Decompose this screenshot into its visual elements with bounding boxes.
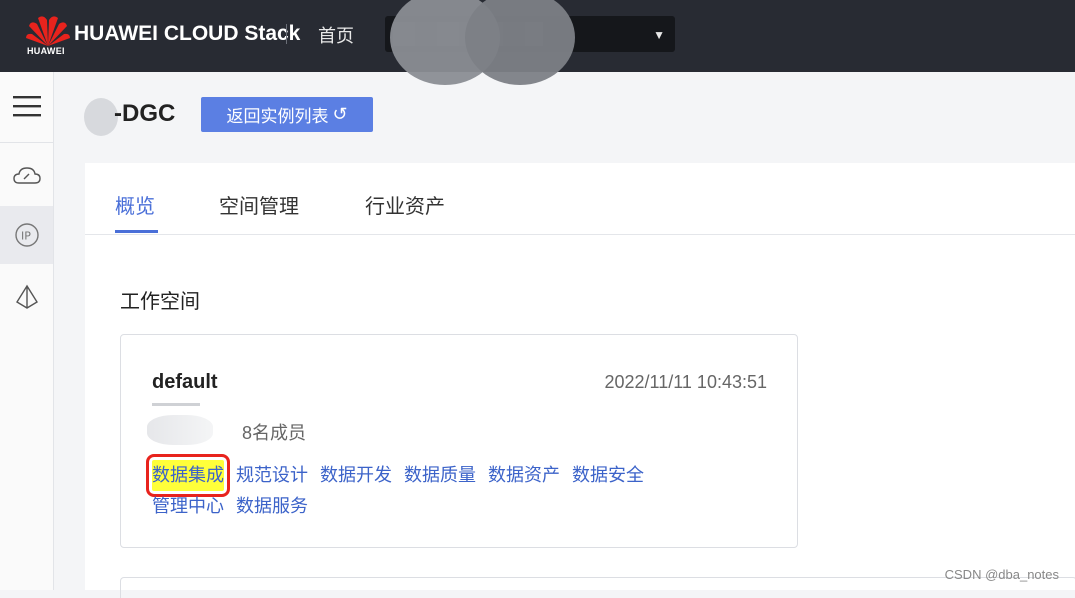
home-link[interactable]: 首页 [318, 22, 354, 48]
tab-industry-assets[interactable]: 行业资产 [365, 190, 445, 219]
next-workspace-card[interactable] [120, 577, 1075, 598]
avatar-redaction-blur [147, 415, 213, 445]
watermark: CSDN @dba_notes [944, 567, 1059, 582]
main-content: 概览 空间管理 行业资产 工作空间 default 2022/11/11 10:… [85, 163, 1075, 598]
header-divider [286, 24, 287, 44]
workspace-name: default [152, 371, 218, 393]
sidebar-divider [0, 142, 53, 143]
hamburger-menu-icon [12, 96, 41, 117]
section-title: 工作空间 [120, 291, 200, 313]
tab-overview[interactable]: 概览 [115, 190, 155, 219]
member-count: 8名成员 [242, 423, 307, 443]
link-spec-design[interactable]: 规范设计 [236, 460, 308, 491]
pyramid-icon [15, 284, 38, 309]
logo-subtext: HUAWEI [27, 46, 65, 56]
tab-bar: 概览 空间管理 行业资产 [85, 163, 1075, 235]
sidebar-item-pyramid[interactable] [0, 268, 53, 326]
chevron-down-icon: ▼ [653, 28, 665, 42]
svg-text:IP: IP [21, 230, 31, 243]
link-data-security[interactable]: 数据安全 [572, 460, 644, 491]
link-data-integration[interactable]: 数据集成 [146, 454, 230, 497]
active-tab-indicator [115, 230, 158, 233]
link-management-center[interactable]: 管理中心 [152, 491, 224, 522]
huawei-logo-icon[interactable] [25, 12, 71, 48]
link-data-development[interactable]: 数据开发 [320, 460, 392, 491]
tab-space-management[interactable]: 空间管理 [219, 190, 299, 219]
workspace-timestamp: 2022/11/11 10:43:51 [604, 372, 767, 392]
cloud-icon [12, 167, 41, 184]
back-button-label: 返回实例列表 [226, 107, 329, 126]
link-data-service[interactable]: 数据服务 [236, 491, 308, 522]
back-to-instance-list-button[interactable]: 返回实例列表 ↺ [201, 97, 373, 132]
link-data-assets[interactable]: 数据资产 [488, 460, 560, 491]
page-title: -DGC [114, 100, 176, 127]
link-data-quality[interactable]: 数据质量 [404, 460, 476, 491]
workspace-divider [152, 403, 200, 406]
module-links: 数据集成 规范设计 数据开发 数据质量 数据资产 数据安全管理中心 数据服务 [146, 454, 782, 522]
menu-toggle[interactable] [0, 76, 53, 136]
sidebar-item-ip[interactable]: IP [0, 206, 53, 264]
undo-arrow-icon: ↺ [332, 104, 348, 124]
sidebar-item-cloud[interactable] [0, 147, 53, 205]
ip-icon: IP [14, 223, 39, 247]
left-sidebar: IP [0, 72, 54, 590]
brand-title[interactable]: HUAWEI CLOUD Stack [74, 22, 300, 46]
top-bar: HUAWEI HUAWEI CLOUD Stack 首页 ▼ [0, 0, 1075, 85]
title-redaction-blur [84, 98, 118, 136]
workspace-card[interactable]: default 2022/11/11 10:43:51 8名成员 数据集成 规范设… [120, 334, 798, 548]
